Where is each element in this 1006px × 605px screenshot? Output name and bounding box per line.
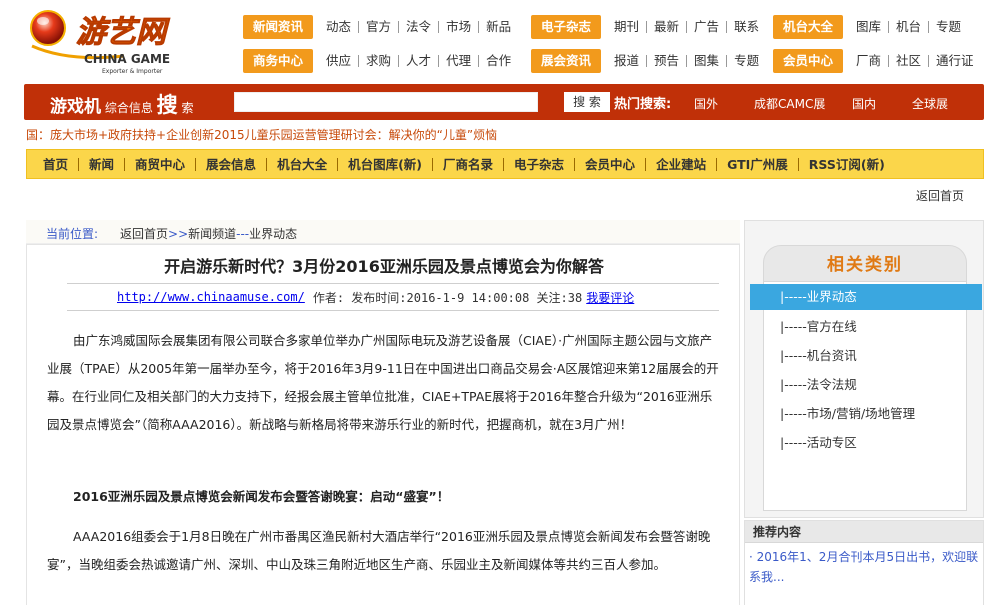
nav-link[interactable]: 专题 bbox=[929, 20, 968, 33]
main-nav-item-machines[interactable]: 机台大全 bbox=[267, 157, 339, 171]
related-categories-list: |-----业界动态 |-----官方在线 |-----机台资讯 |-----法… bbox=[750, 281, 982, 511]
related-category-item[interactable]: |-----业界动态 bbox=[750, 284, 982, 310]
recommended-list: · 2016年1、2月合刊本月5日出书，欢迎联系我... bbox=[745, 543, 983, 587]
main-nav: 首页 新闻 商贸中心 展会信息 机台大全 机台图库(新) 厂商名录 电子杂志 会… bbox=[26, 149, 984, 179]
search-bar: 游戏机 综合信息 搜 索 搜 索 热门搜索: 国外 成都CAMC展 国内 全球展 bbox=[24, 84, 984, 120]
main-nav-item-exhibition[interactable]: 展会信息 bbox=[196, 157, 268, 171]
nav-link[interactable]: 新品 bbox=[479, 20, 518, 33]
nav-link[interactable]: 厂商 bbox=[849, 54, 890, 67]
related-categories-title: 相关类别 bbox=[827, 255, 903, 275]
main-nav-item-gallery[interactable]: 机台图库(新) bbox=[338, 157, 434, 171]
comment-link[interactable]: 我要评论 bbox=[586, 289, 634, 306]
nav-link[interactable]: 最新 bbox=[647, 20, 688, 33]
recommended-panel: 推荐内容 · 2016年1、2月合刊本月5日出书，欢迎联系我... bbox=[744, 520, 984, 605]
nav-group-exhibition: 展会资讯 报道 预告 图集 专题 bbox=[531, 49, 766, 73]
hot-search-link[interactable]: 国内 bbox=[852, 95, 876, 112]
breadcrumb-separator: --- bbox=[236, 227, 250, 241]
related-category-item[interactable]: |-----活动专区 bbox=[780, 432, 857, 451]
related-categories-panel: 相关类别 |-----业界动态 |-----官方在线 |-----机台资讯 |-… bbox=[744, 220, 984, 518]
nav-category-news[interactable]: 新闻资讯 bbox=[243, 15, 314, 39]
nav-link[interactable]: 法令 bbox=[399, 20, 440, 33]
nav-category-magazine[interactable]: 电子杂志 bbox=[531, 15, 602, 39]
nav-link[interactable]: 供应 bbox=[319, 54, 360, 67]
nav-link[interactable]: 预告 bbox=[647, 54, 688, 67]
search-brand: 游戏机 综合信息 搜 索 bbox=[50, 93, 194, 117]
breadcrumb-section-link[interactable]: 业界动态 bbox=[249, 227, 297, 241]
breadcrumb-label: 当前位置: bbox=[46, 227, 99, 241]
related-category-item[interactable]: |-----法令法规 bbox=[780, 374, 857, 393]
nav-link[interactable]: 动态 bbox=[319, 20, 360, 33]
site-header: 游艺网 CHINA GAME Exporter & Importer 新闻资讯 … bbox=[0, 0, 1006, 84]
article-title: 开启游乐新时代？3月份2016亚洲乐园及景点博览会为你解答 bbox=[164, 257, 604, 276]
main-nav-item-sites[interactable]: 企业建站 bbox=[646, 157, 718, 171]
article: 开启游乐新时代？3月份2016亚洲乐园及景点博览会为你解答 http://www… bbox=[26, 244, 740, 605]
main-nav-item-members[interactable]: 会员中心 bbox=[575, 157, 647, 171]
related-category-item[interactable]: |-----官方在线 bbox=[780, 316, 857, 335]
nav-category-business[interactable]: 商务中心 bbox=[243, 49, 314, 73]
nav-link[interactable]: 通行证 bbox=[929, 54, 981, 67]
article-meta: http://www.chinaamuse.com/ 作者: 发布时间:2016… bbox=[67, 283, 719, 311]
site-logo[interactable]: 游艺网 CHINA GAME Exporter & Importer bbox=[28, 6, 228, 76]
nav-link[interactable]: 广告 bbox=[687, 20, 728, 33]
hot-search-link[interactable]: 国外 bbox=[694, 95, 718, 112]
nav-category-members[interactable]: 会员中心 bbox=[773, 49, 844, 73]
article-meta-info: 作者: 发布时间:2016-1-9 14:00:08 关注:38 bbox=[312, 290, 583, 305]
nav-link[interactable]: 人才 bbox=[399, 54, 440, 67]
main-nav-item-home[interactable]: 首页 bbox=[33, 157, 80, 171]
hot-search-link[interactable]: 成都CAMC展 bbox=[754, 95, 825, 112]
article-source-link[interactable]: http://www.chinaamuse.com/ bbox=[117, 290, 305, 304]
breadcrumb-separator: >> bbox=[168, 227, 189, 241]
related-category-item[interactable]: |-----机台资讯 bbox=[780, 345, 857, 364]
main-nav-item-rss[interactable]: RSS订阅(新) bbox=[799, 158, 895, 171]
main-nav-item-magazine[interactable]: 电子杂志 bbox=[504, 157, 576, 171]
nav-link[interactable]: 代理 bbox=[439, 54, 480, 67]
nav-link[interactable]: 社区 bbox=[889, 54, 930, 67]
nav-group-magazine: 电子杂志 期刊 最新 广告 联系 bbox=[531, 15, 766, 39]
article-paragraph: AAA2016组委会于1月8日晚在广州市番禺区渔民新村大酒店举行“2016亚洲乐… bbox=[47, 529, 711, 572]
nav-link[interactable]: 图库 bbox=[849, 20, 890, 33]
nav-link[interactable]: 期刊 bbox=[607, 20, 648, 33]
breadcrumb-home-link[interactable]: 返回首页 bbox=[120, 227, 168, 241]
related-category-item[interactable]: |-----市场/营销/场地管理 bbox=[780, 403, 915, 422]
back-home-link[interactable]: 返回首页 bbox=[916, 187, 964, 204]
svg-text:Exporter & Importer: Exporter & Importer bbox=[102, 68, 163, 75]
nav-link[interactable]: 机台 bbox=[889, 20, 930, 33]
search-input[interactable] bbox=[234, 92, 538, 112]
nav-link[interactable]: 官方 bbox=[359, 20, 400, 33]
news-ticker[interactable]: 国：庞大市场+政府扶持+企业创新2015儿童乐园运营管理研讨会：解决你的“儿童”… bbox=[26, 126, 497, 143]
nav-link[interactable]: 求购 bbox=[359, 54, 400, 67]
main-nav-item-gti[interactable]: GTI广州展 bbox=[717, 157, 799, 171]
article-subheading: 2016亚洲乐园及景点博览会新闻发布会暨答谢晚宴：启动“盛宴”！ bbox=[73, 489, 450, 504]
recommended-item[interactable]: · 2016年1、2月合刊本月5日出书，欢迎联系我... bbox=[749, 550, 978, 584]
recommended-title: 推荐内容 bbox=[745, 521, 983, 543]
nav-group-members: 会员中心 厂商 社区 通行证 bbox=[773, 49, 981, 73]
nav-link[interactable]: 报道 bbox=[607, 54, 648, 67]
nav-link[interactable]: 图集 bbox=[687, 54, 728, 67]
nav-link[interactable]: 专题 bbox=[727, 54, 766, 67]
main-nav-item-news[interactable]: 新闻 bbox=[79, 157, 126, 171]
nav-category-exhibition[interactable]: 展会资讯 bbox=[531, 49, 602, 73]
nav-group-business: 商务中心 供应 求购 人才 代理 合作 bbox=[243, 49, 518, 73]
svg-text:CHINA GAME: CHINA GAME bbox=[84, 52, 170, 66]
breadcrumb-path: 返回首页>>新闻频道---业界动态 bbox=[120, 225, 297, 242]
breadcrumb-channel-link[interactable]: 新闻频道 bbox=[188, 227, 236, 241]
breadcrumb: 当前位置: 返回首页>>新闻频道---业界动态 bbox=[26, 220, 740, 244]
nav-link[interactable]: 合作 bbox=[479, 54, 518, 67]
nav-group-machines: 机台大全 图库 机台 专题 bbox=[773, 15, 968, 39]
hot-search-link[interactable]: 全球展 bbox=[912, 95, 948, 112]
nav-link[interactable]: 市场 bbox=[439, 20, 480, 33]
nav-group-news: 新闻资讯 动态 官方 法令 市场 新品 bbox=[243, 15, 518, 39]
article-paragraph: 由广东鸿威国际会展集团有限公司联合多家单位举办广州国际电玩及游艺设备展（CIAE… bbox=[47, 333, 719, 432]
main-nav-item-directory[interactable]: 厂商名录 bbox=[433, 157, 505, 171]
search-button[interactable]: 搜 索 bbox=[564, 92, 610, 112]
hot-search-label: 热门搜索: bbox=[614, 97, 672, 112]
nav-link[interactable]: 联系 bbox=[727, 20, 766, 33]
main-nav-item-trade[interactable]: 商贸中心 bbox=[125, 157, 197, 171]
nav-category-machines[interactable]: 机台大全 bbox=[773, 15, 844, 39]
related-categories-header: 相关类别 bbox=[763, 245, 967, 283]
svg-text:游艺网: 游艺网 bbox=[76, 15, 170, 50]
